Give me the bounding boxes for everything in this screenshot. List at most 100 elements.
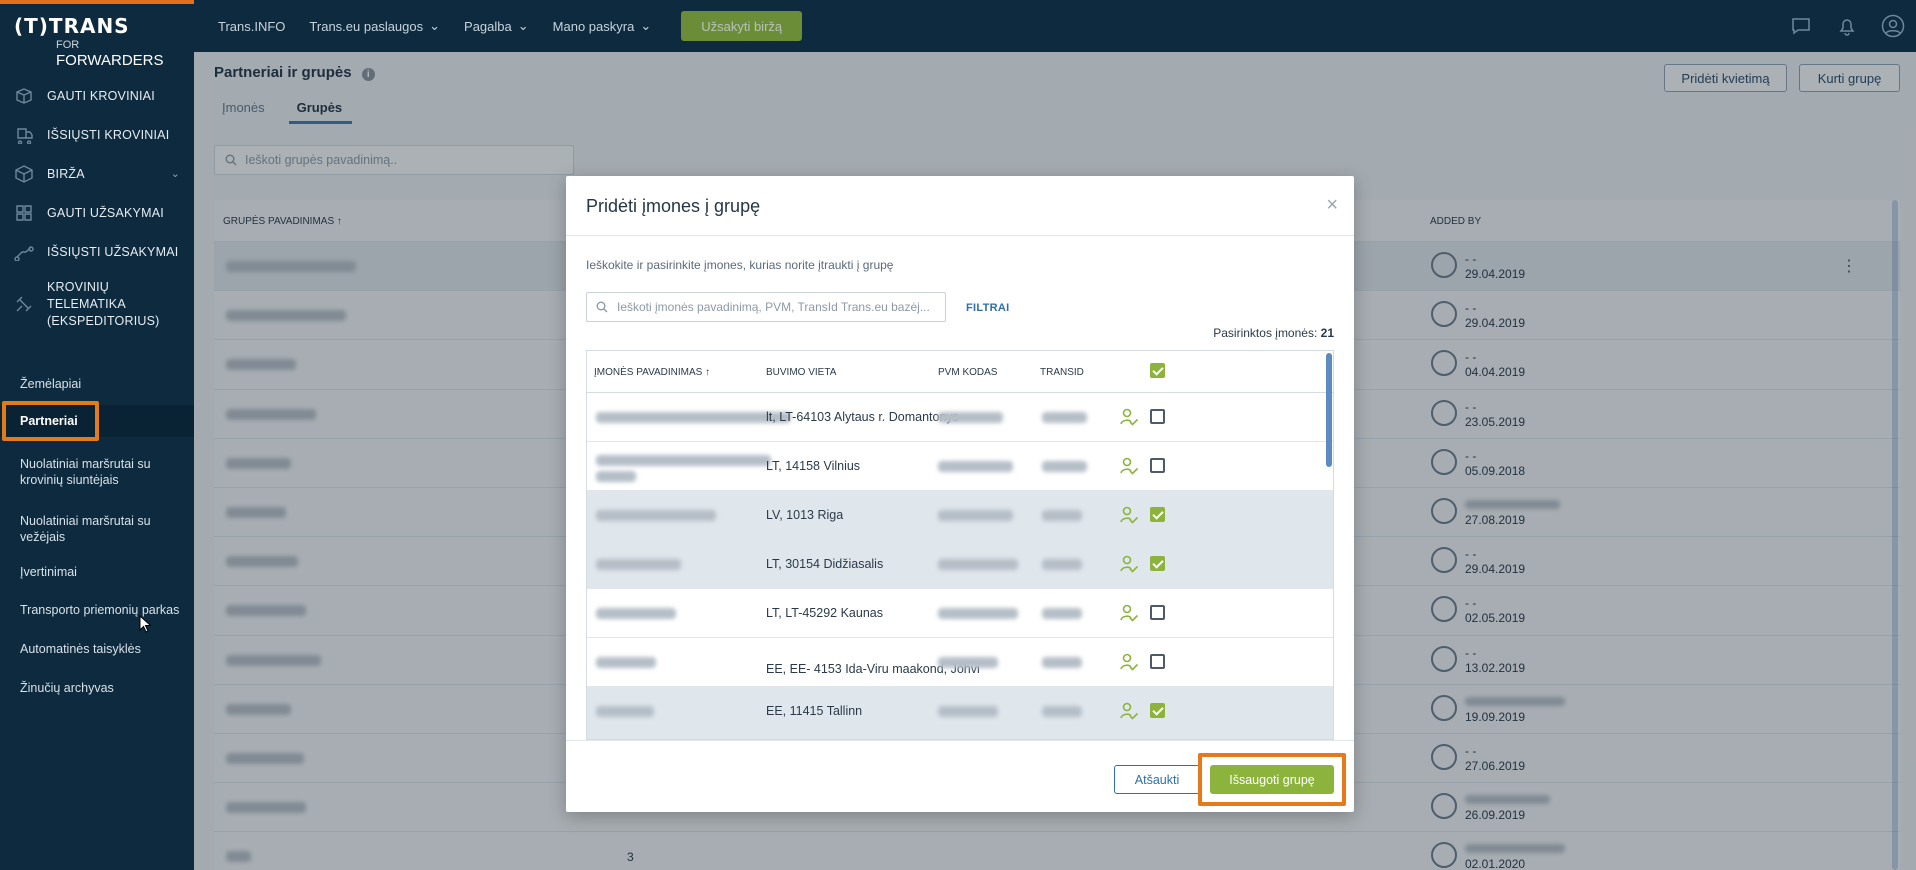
chevron-down-icon: ⌄ [640,18,652,33]
row-checkbox[interactable] [1150,654,1165,669]
top-accent-line [0,0,194,4]
subnav-transporto-parkas[interactable]: Transporto priemonių parkas [0,602,194,618]
modal-footer: Atšaukti Išsaugoti grupę [566,740,1354,812]
chat-icon[interactable] [1778,17,1824,35]
subnav-label: Automatinės taisyklės [20,642,141,656]
blurred-vat [938,412,1003,423]
row-checkbox[interactable] [1150,507,1165,522]
company-location: LT, 14158 Vilnius [766,459,861,473]
logo-subtext: FOR FORWARDERS [56,35,184,69]
row-checkbox[interactable] [1150,556,1165,571]
company-row[interactable]: LT, LT-45292 Kaunas [587,589,1333,638]
row-checkbox[interactable] [1150,409,1165,424]
nav-issiusti-kroviniai[interactable]: IŠSIŲSTI KROVINIAI [0,115,194,154]
nav-label: KROVINIŲ TELEMATIKA (EKSPEDITORIUS) [47,279,160,328]
column-header-location: BUVIMO VIETA [766,367,837,378]
close-icon[interactable]: × [1326,194,1338,217]
topnav-mano-paskyra[interactable]: Mano paskyra ⌄ [553,18,652,34]
nav-label: IŠSIŲSTI UŽSAKYMAI [47,244,179,259]
topnav-label: Trans.eu paslaugos [309,18,424,34]
company-row[interactable]: LV, 1013 Riga [587,491,1333,540]
modal-title: Pridėti įmones į grupę [586,196,761,216]
select-all-checkbox[interactable] [1150,363,1165,378]
partner-check-icon [1119,505,1139,528]
company-row[interactable]: EE, EE- 4153 Ida-Viru maakond, Jõhvi [587,638,1333,687]
top-bar: Trans.INFO Trans.eu paslaugos ⌄ Pagalba ⌄ … [194,0,1916,52]
blurred-vat [938,657,998,668]
row-checkbox[interactable] [1150,703,1165,718]
topnav-label: Mano paskyra [552,18,635,34]
subnav-automatines-taisykles[interactable]: Automatinės taisyklės [0,641,194,657]
company-location: LT, LT-45292 Kaunas [766,606,883,620]
blurred-company-name [596,559,681,570]
nav-gauti-kroviniai[interactable]: GAUTI KROVINIAI [0,76,194,115]
partner-check-icon [1119,701,1139,724]
blurred-transid [1042,461,1087,472]
nav-label: BIRŽA [47,166,85,181]
subnav-label: Nuolatiniai maršrutai su krovinių siuntė… [20,457,151,487]
nav-issiusti-uzsakymai[interactable]: IŠSIŲSTI UŽSAKYMAI [0,232,194,271]
selected-count: Pasirinktos įmonės: 21 [1213,326,1334,340]
selected-count-value: 21 [1320,326,1334,340]
topnav-pagalba[interactable]: Pagalba ⌄ [464,18,529,34]
mouse-cursor-icon [139,614,152,636]
column-header-transid: TRANSID [1040,367,1084,378]
cube-icon [13,163,35,185]
nav-gauti-uzsakymai[interactable]: GAUTI UŽSAKYMAI [0,193,194,232]
blurred-company-name-line2 [596,471,636,482]
column-header-company[interactable]: ĮMONĖS PAVADINIMAS ↑ [594,367,710,378]
logo[interactable]: (T)TRANS FOR FORWARDERS [14,14,184,69]
company-row[interactable]: LT, 14158 Vilnius [587,442,1333,491]
nav-birza[interactable]: BIRŽA ⌄ [0,154,194,193]
subnav-zinuciu-archyvas[interactable]: Žinučių archyvas [0,680,194,696]
partner-check-icon [1119,554,1139,577]
blurred-company-name [596,657,656,668]
row-checkbox[interactable] [1150,458,1165,473]
column-header-vat: PVM KODAS [938,367,998,378]
filters-link[interactable]: FILTRAI [966,302,1009,314]
table-scrollbar[interactable] [1326,353,1332,467]
box-icon [13,85,35,107]
user-avatar-icon[interactable] [1870,14,1916,38]
row-checkbox[interactable] [1150,605,1165,620]
company-search-input[interactable]: Ieškoti įmonės pavadinimą, PVM, TransId … [586,292,946,322]
blurred-company-name [596,455,771,466]
company-row[interactable]: EE, 11415 Tallinn [587,687,1333,736]
topnav-paslaugos[interactable]: Trans.eu paslaugos ⌄ [309,18,440,34]
order-exchange-button[interactable]: Užsakyti biržą [681,11,803,41]
box-send-icon [13,124,35,146]
companies-table-header: ĮMONĖS PAVADINIMAS ↑ BUVIMO VIETA PVM KO… [587,351,1333,393]
subnav-zemelapiai[interactable]: Žemėlapiai [0,376,194,392]
partneriai-highlight-annotation [2,401,99,441]
add-companies-modal: Pridėti įmones į grupę × Ieškokite ir pa… [566,176,1354,812]
modal-header: Pridėti įmones į grupę × [566,176,1354,236]
nav-label: GAUTI UŽSAKYMAI [47,205,164,220]
companies-table: ĮMONĖS PAVADINIMAS ↑ BUVIMO VIETA PVM KO… [586,350,1334,740]
subnav-marsrutai-siuntejai[interactable]: Nuolatiniai maršrutai su krovinių siuntė… [0,456,180,488]
cancel-button[interactable]: Atšaukti [1114,765,1200,794]
subnav-marsrutai-vezejai[interactable]: Nuolatiniai maršrutai su vežėjais [0,513,180,545]
save-highlight-annotation [1198,753,1346,806]
logo-forwarders: FORWARDERS [56,52,164,69]
company-row[interactable]: LT, 30154 Didžiasalis [587,540,1333,589]
search-icon [596,301,608,313]
blurred-transid [1042,559,1082,570]
topnav-transinfo[interactable]: Trans.INFO [218,19,285,34]
company-location: lt, LT-64103 Alytaus r. Domantonys [766,410,959,424]
blurred-transid [1042,412,1087,423]
selected-label: Pasirinktos įmonės: [1213,326,1318,340]
nav-kroviniu-telematika[interactable]: KROVINIŲ TELEMATIKA (EKSPEDITORIUS) [0,271,194,337]
subnav-ivertinimai[interactable]: Įvertinimai [0,564,194,580]
topbar-actions [1778,0,1916,52]
blurred-transid [1042,706,1082,717]
nav-label: IŠSIŲSTI KROVINIAI [47,127,170,142]
grid-icon [13,202,35,224]
blurred-vat [938,608,1018,619]
chevron-down-icon: ⌄ [429,18,441,33]
chevron-down-icon[interactable]: ⌄ [171,167,180,180]
blurred-vat [938,706,998,717]
partner-check-icon [1119,603,1139,626]
blurred-transid [1042,657,1082,668]
company-row[interactable]: lt, LT-64103 Alytaus r. Domantonys [587,393,1333,442]
bell-icon[interactable] [1824,16,1870,36]
